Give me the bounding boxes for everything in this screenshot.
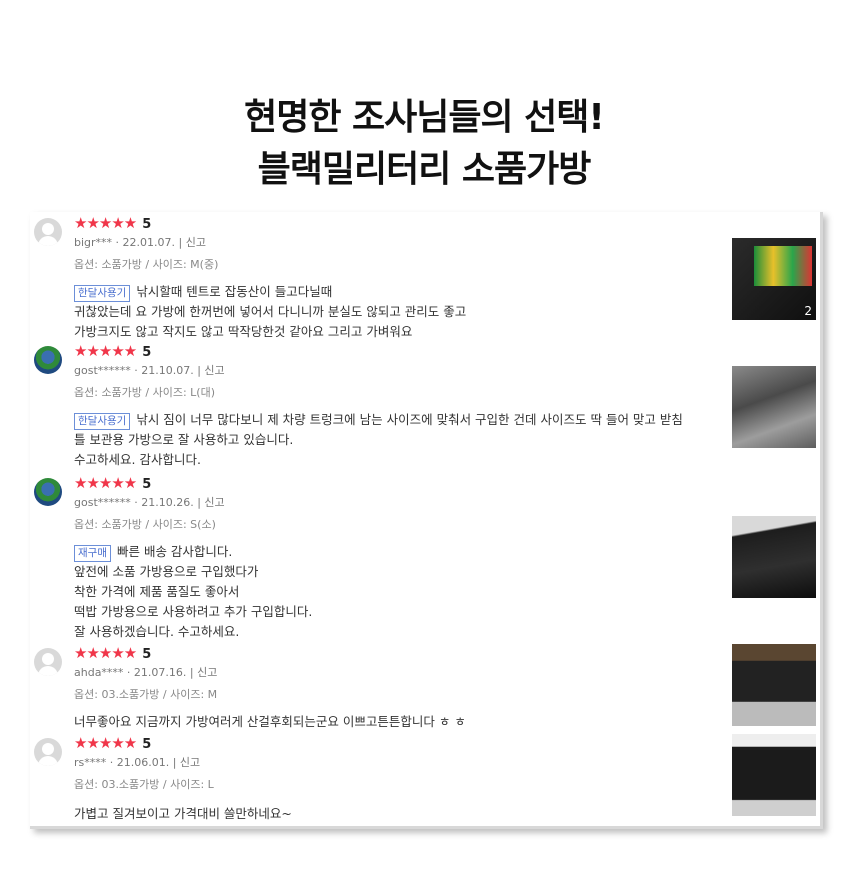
review-tag: 한달사용기 [74, 413, 131, 430]
review-option: 옵션: 03.소품가방 / 사이즈: M [74, 688, 218, 701]
review-tag: 재구매 [74, 545, 111, 562]
review-tag: 한달사용기 [74, 285, 131, 302]
rating-score: 5 [142, 345, 151, 360]
avatar-default-icon [34, 648, 62, 676]
photo-count: 2 [804, 304, 812, 318]
review-photo-thumbnail[interactable] [732, 734, 816, 816]
review-photo-thumbnail[interactable] [732, 366, 816, 448]
headline-line-2: 블랙밀리터리 소품가방 [257, 149, 592, 190]
review-photo-thumbnail[interactable] [732, 516, 816, 598]
rating-stars: ★★★★★ 5 [74, 734, 151, 752]
review-body: 한달사용기 낚시 짐이 너무 많다보니 제 차량 트렁크에 남는 사이즈에 맞춰서… [74, 412, 683, 467]
review-option: 옵션: 03.소품가방 / 사이즈: L [74, 778, 214, 791]
rating-score: 5 [142, 737, 151, 752]
review-option: 옵션: 소품가방 / 사이즈: L(대) [74, 386, 216, 399]
avatar-default-icon [34, 218, 62, 246]
review-body: 한달사용기 낚시할때 텐트로 잡동산이 들고다닐때 귀찮았는데 요 가방에 한꺼번… [74, 284, 467, 339]
review-meta: bigr*** · 22.01.07. | 신고 [74, 236, 206, 249]
review-option: 옵션: 소품가방 / 사이즈: S(소) [74, 518, 216, 531]
review-body: 가볍고 질겨보이고 가격대비 쓸만하네요~ [74, 806, 292, 821]
rating-stars: ★★★★★ 5 [74, 474, 151, 492]
avatar-photo-icon [34, 346, 62, 374]
review-panel: ★★★★★ 5 bigr*** · 22.01.07. | 신고 옵션: 소품가방… [30, 212, 823, 829]
review-body: 재구매 빠른 배송 감사합니다. 앞전에 소품 가방용으로 구입했다가 착한 가격… [74, 544, 313, 639]
rating-stars: ★★★★★ 5 [74, 214, 151, 232]
review-body: 너무좋아요 지금까지 가방여러게 산걸후회되는군요 이쁘고튼튼합니다 ㅎ ㅎ [74, 714, 466, 729]
review-meta: gost****** · 21.10.26. | 신고 [74, 496, 225, 509]
rating-score: 5 [142, 217, 151, 232]
avatar-default-icon [34, 738, 62, 766]
rating-score: 5 [142, 647, 151, 662]
review-meta: rs**** · 21.06.01. | 신고 [74, 756, 201, 769]
review-photo-thumbnail[interactable] [732, 644, 816, 726]
avatar-photo-icon [34, 478, 62, 506]
review-meta: gost****** · 21.10.07. | 신고 [74, 364, 225, 377]
headline-line-1: 현명한 조사님들의 선택! [244, 97, 605, 138]
rating-stars: ★★★★★ 5 [74, 342, 151, 360]
review-option: 옵션: 소품가방 / 사이즈: M(중) [74, 258, 219, 271]
review-photo-thumbnail[interactable]: 2 [732, 238, 816, 320]
rating-score: 5 [142, 477, 151, 492]
rating-stars: ★★★★★ 5 [74, 644, 151, 662]
review-meta: ahda**** · 21.07.16. | 신고 [74, 666, 218, 679]
